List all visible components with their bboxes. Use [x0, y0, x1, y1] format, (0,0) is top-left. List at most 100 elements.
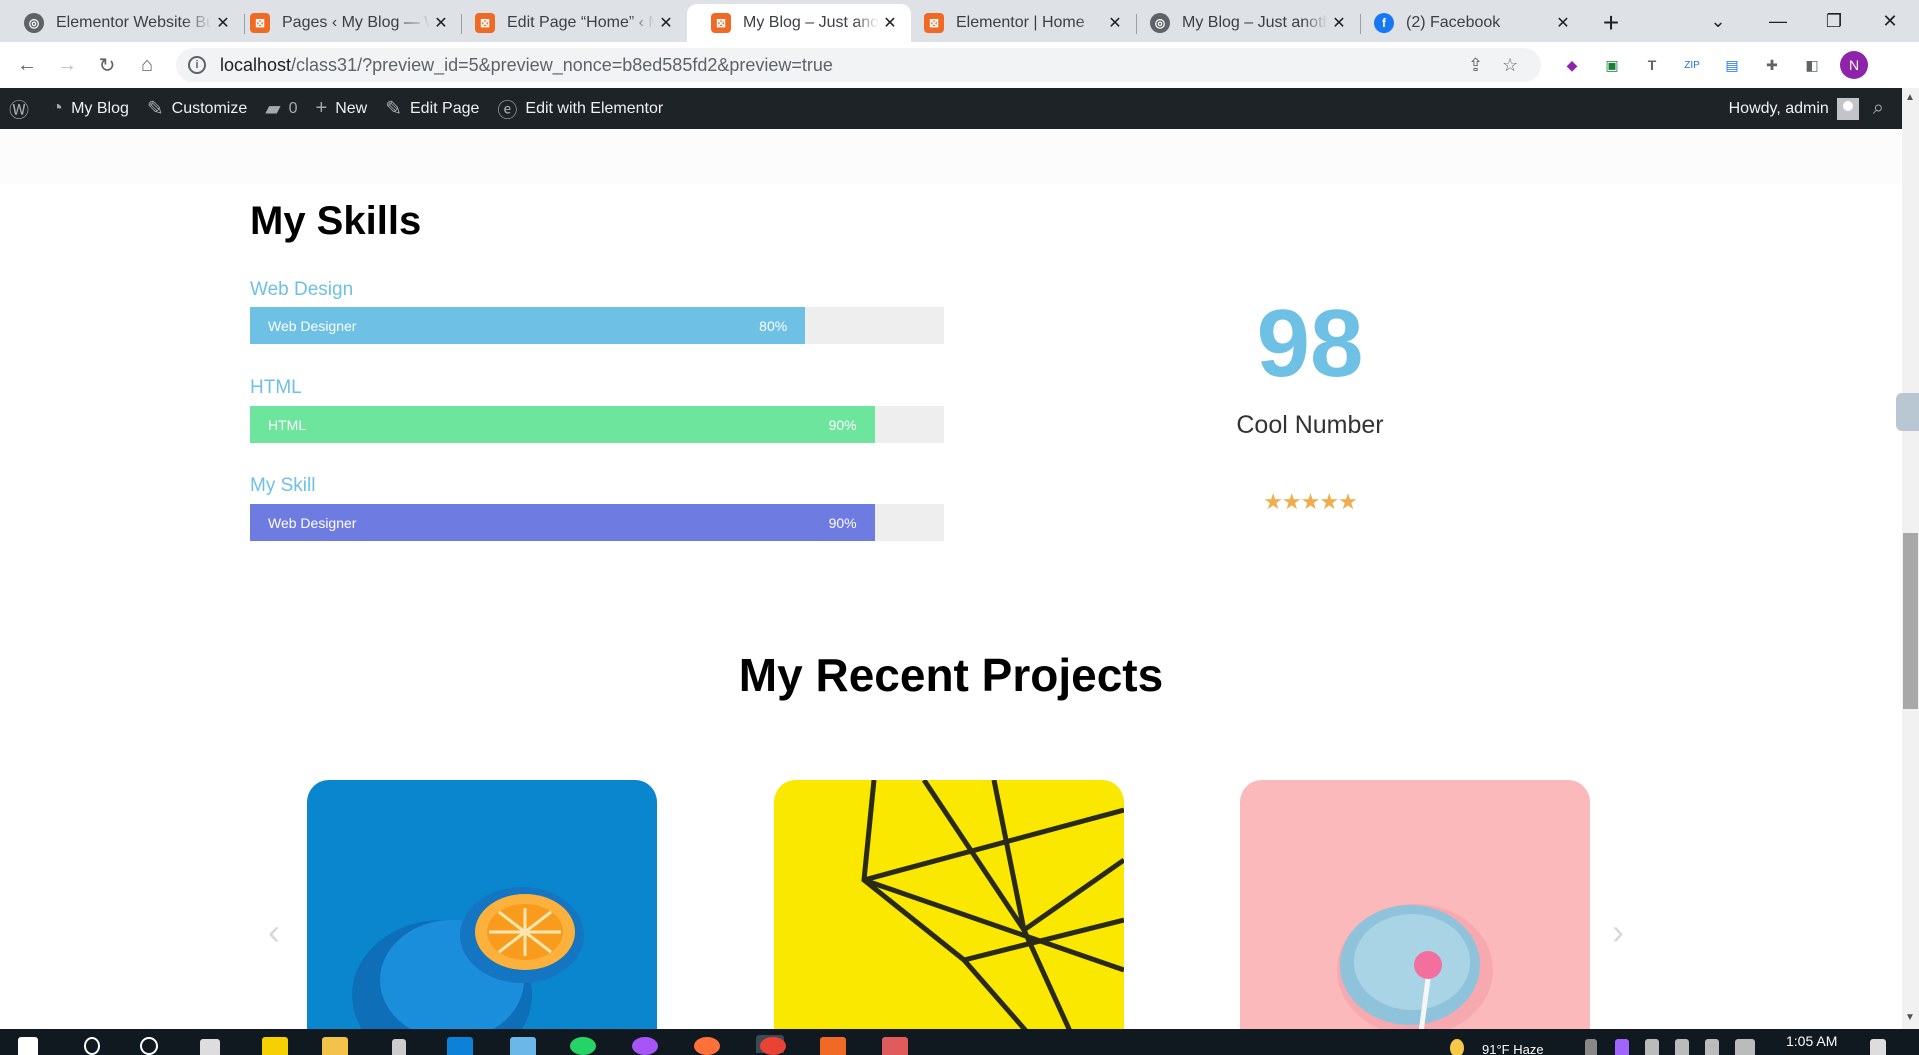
bookmark-star-icon[interactable]: ☆ [1502, 55, 1518, 76]
top-band [0, 129, 1902, 184]
close-tab-icon[interactable]: ✕ [1552, 12, 1574, 34]
carousel-next-icon[interactable]: › [1612, 911, 1624, 953]
new-content-link[interactable]: + New [307, 88, 377, 129]
edit-with-elementor-link[interactable]: ⓔ Edit with Elementor [488, 88, 672, 129]
pen-icon[interactable] [392, 1039, 406, 1055]
xampp-icon: ⊠ [924, 13, 944, 33]
tab-search-icon[interactable]: ⌄ [1690, 0, 1746, 42]
back-icon[interactable]: ← [12, 50, 42, 80]
floating-side-widget[interactable] [1896, 393, 1919, 431]
progress-bar-track: Web Designer 90% [250, 504, 944, 541]
notifications-icon[interactable] [1870, 1039, 1886, 1055]
forward-icon[interactable]: → [52, 50, 82, 80]
task-view-icon[interactable] [200, 1039, 220, 1055]
messenger-icon[interactable] [632, 1037, 658, 1055]
tab-title: Pages ‹ My Blog — W [282, 14, 430, 31]
file-explorer-icon[interactable] [322, 1037, 348, 1055]
site-name-link[interactable]: ◔ My Blog [42, 88, 138, 129]
close-tab-icon[interactable]: ✕ [1104, 12, 1126, 34]
edit-elementor-label: Edit with Elementor [525, 99, 664, 117]
blue-orange-image [352, 887, 584, 1029]
extension-image-icon[interactable]: ▣ [1600, 53, 1624, 77]
scroll-up-arrow-icon[interactable]: ▲ [1905, 92, 1915, 103]
close-window-icon[interactable]: ✕ [1862, 0, 1918, 42]
customize-link[interactable]: ✎ Customize [138, 88, 256, 129]
carousel-prev-icon[interactable]: ‹ [268, 911, 280, 953]
xampp-icon: ⊠ [475, 13, 495, 33]
browser-tab[interactable]: ◎ My Blog – Just anothe ✕ [1126, 4, 1360, 42]
home-icon[interactable]: ⌂ [132, 50, 162, 80]
volume-icon[interactable] [1705, 1039, 1719, 1055]
minimize-icon[interactable]: — [1750, 0, 1806, 42]
wp-logo-button[interactable]: Ⓦ [0, 88, 42, 129]
close-tab-icon[interactable]: ✕ [655, 12, 677, 34]
xampp-icon[interactable] [820, 1037, 846, 1055]
my-account-link[interactable]: Howdy, admin [1720, 88, 1873, 129]
close-tab-icon[interactable]: ✕ [430, 12, 452, 34]
project-card-geometric[interactable] [774, 780, 1124, 1029]
edit-page-link[interactable]: ✎ Edit Page [376, 88, 488, 129]
browser-tab[interactable]: f (2) Facebook ✕ [1350, 4, 1584, 42]
browser-tab-active[interactable]: ⊠ My Blog – Just anothe ✕ [687, 4, 911, 42]
app-icon[interactable] [510, 1037, 536, 1055]
browser-tab[interactable]: ⊠ Edit Page “Home” ‹ M ✕ [451, 4, 687, 42]
project-card-lollipop[interactable] [1240, 780, 1590, 1029]
share-icon[interactable]: ⇪ [1468, 55, 1483, 76]
weather-text[interactable]: 91°F Haze [1482, 1042, 1544, 1055]
tray-chevron-icon[interactable] [1585, 1039, 1597, 1055]
tray-app-icon[interactable] [1615, 1039, 1629, 1055]
browser-tab[interactable]: ⊠ Pages ‹ My Blog — W ✕ [226, 4, 462, 42]
profile-avatar[interactable]: N [1840, 51, 1868, 79]
skills-heading: My Skills [250, 199, 422, 243]
search-icon[interactable] [84, 1037, 100, 1055]
url-host: localhost [220, 54, 292, 75]
close-tab-icon[interactable]: ✕ [879, 12, 901, 34]
tab-title: My Blog – Just anothe [1182, 14, 1328, 31]
windows-start-icon[interactable] [18, 1037, 38, 1055]
scroll-down-arrow-icon[interactable]: ▼ [1905, 1012, 1915, 1023]
skill-title: My Skill [250, 475, 316, 496]
progress-bar-fill: Web Designer 90% [250, 504, 875, 541]
browser-tab[interactable]: ◎ Elementor Website Bu ✕ [0, 4, 244, 42]
firefox-icon[interactable] [694, 1037, 720, 1055]
cortana-icon[interactable] [140, 1037, 158, 1055]
side-panel-icon[interactable]: ◧ [1800, 53, 1824, 77]
close-tab-icon[interactable]: ✕ [1328, 12, 1350, 34]
counter-label: Cool Number [1236, 411, 1384, 439]
chrome-icon[interactable] [760, 1037, 786, 1055]
wifi-icon[interactable] [1675, 1039, 1689, 1055]
search-icon[interactable]: ⌕ [1873, 97, 1884, 120]
tab-title: My Blog – Just anothe [743, 14, 879, 31]
app-icon[interactable] [882, 1037, 908, 1055]
extension-zip-icon[interactable]: ZIP [1680, 53, 1704, 77]
tab-title: (2) Facebook [1406, 14, 1501, 31]
keyboard-icon[interactable] [1735, 1039, 1755, 1055]
vscode-icon[interactable] [447, 1037, 473, 1055]
project-card-orange[interactable] [307, 780, 657, 1029]
extensions-puzzle-icon[interactable]: ✚ [1760, 53, 1784, 77]
tab-title: Elementor | Home [956, 14, 1085, 31]
restore-icon[interactable]: ❐ [1806, 0, 1862, 42]
whatsapp-icon[interactable] [570, 1037, 596, 1055]
sticky-notes-icon[interactable] [262, 1037, 288, 1055]
url-text[interactable]: localhost/class31/?preview_id=5&preview_… [220, 55, 833, 76]
address-bar[interactable]: i localhost/class31/?preview_id=5&previe… [176, 48, 1541, 82]
clock-time[interactable]: 1:05 AM [1786, 1033, 1837, 1049]
extension-icon[interactable]: ◆ [1560, 53, 1584, 77]
battery-icon[interactable] [1645, 1039, 1659, 1055]
globe-icon: ◎ [1150, 13, 1170, 33]
new-tab-button[interactable]: + [1594, 6, 1628, 40]
page-content: My Skills Web Design Web Designer 80% HT… [0, 129, 1902, 1029]
browser-tab[interactable]: ⊠ Elementor | Home ✕ [900, 4, 1136, 42]
extension-text-icon[interactable]: T [1640, 53, 1664, 77]
scrollbar-thumb[interactable] [1903, 533, 1918, 709]
howdy-text: Howdy, admin [1728, 99, 1829, 117]
xampp-icon: ⊠ [250, 13, 270, 33]
tab-strip: ◎ Elementor Website Bu ✕ ⊠ Pages ‹ My Bl… [0, 0, 1919, 42]
star-rating: ★★★★★ [1263, 489, 1358, 514]
site-info-icon[interactable]: i [188, 56, 206, 74]
reload-icon[interactable]: ↻ [92, 50, 122, 80]
extension-clipboard-icon[interactable]: ▤ [1720, 53, 1744, 77]
comments-link[interactable]: ▰ 0 [256, 88, 306, 129]
wordpress-icon: Ⓦ [9, 100, 29, 122]
